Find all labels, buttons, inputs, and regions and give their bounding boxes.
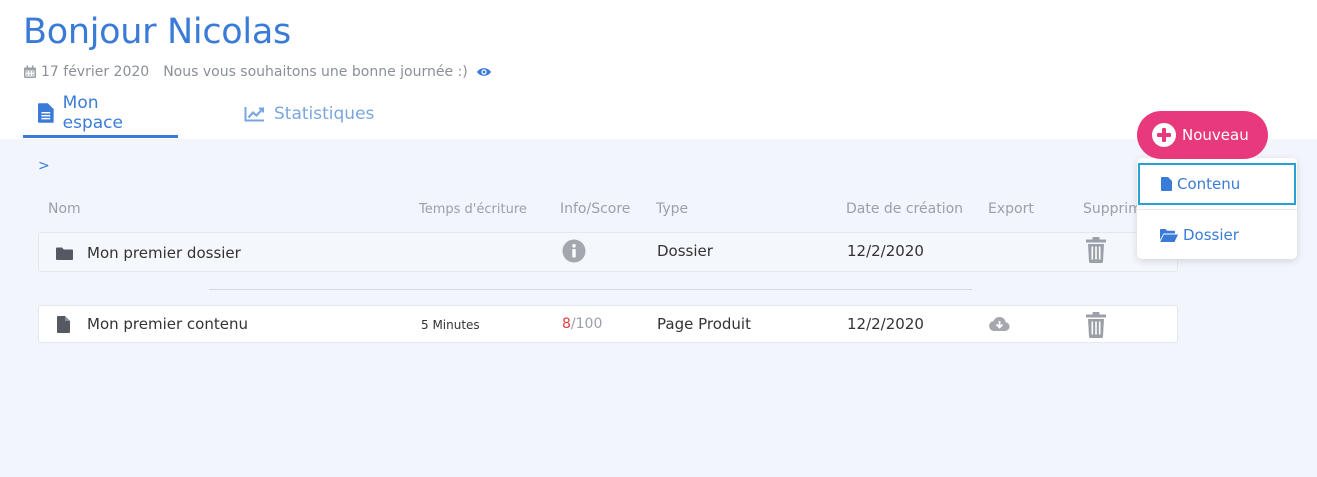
row-name[interactable]: Mon premier contenu [87,315,248,333]
row-type: Page Produit [657,315,751,333]
tab-label: Mon espace [62,92,123,133]
tab-mon-espace[interactable]: Mon espace [23,92,178,138]
file-icon [1161,177,1172,191]
row-writing-time: 5 Minutes [421,318,480,332]
table-row[interactable]: Mon premier dossier Dossier 12/2/2020 [38,232,1178,272]
document-icon [38,102,54,123]
trash-icon[interactable] [1086,312,1106,338]
file-icon [57,316,70,333]
new-button-label: Nouveau [1182,126,1249,144]
folder-icon [56,247,73,260]
calendar-icon [24,65,36,78]
score-value: 8 [562,316,571,332]
info-icon[interactable] [562,239,586,263]
plus-circle-icon [1152,123,1176,147]
folder-open-icon [1160,228,1178,242]
page-title: Bonjour Nicolas [23,12,291,52]
cloud-download-icon[interactable] [989,316,1010,331]
column-header-score[interactable]: Info/Score [560,201,630,217]
menu-item-label: Dossier [1183,226,1239,244]
breadcrumb[interactable]: > [38,158,50,174]
row-name[interactable]: Mon premier dossier [87,244,241,262]
menu-item-contenu[interactable]: Contenu [1138,163,1296,205]
column-header-date[interactable]: Date de création [846,201,963,217]
current-date: 17 février 2020 [41,64,150,80]
welcome-message: Nous vous souhaitons une bonne journée :… [163,64,468,80]
new-button[interactable]: Nouveau [1137,111,1268,159]
row-type: Dossier [657,242,713,260]
tab-label: Statistiques [274,104,375,124]
section-divider [209,289,972,290]
row-date: 12/2/2020 [847,242,924,260]
tab-statistiques[interactable]: Statistiques [228,96,390,138]
column-header-type[interactable]: Type [656,201,688,217]
row-score: 8/100 [562,316,602,332]
menu-item-label: Contenu [1177,175,1241,193]
new-item-menu: Contenu Dossier [1137,158,1297,259]
chart-icon [244,107,264,122]
menu-item-dossier[interactable]: Dossier [1137,215,1297,255]
tab-bar: Mon espace Statistiques [23,92,390,138]
menu-separator [1137,209,1297,210]
column-header-supprimer: Supprim [1083,201,1142,217]
column-header-nom[interactable]: Nom [48,201,81,217]
table-row[interactable]: Mon premier contenu 5 Minutes 8/100 Page… [38,305,1178,343]
date-line: 17 février 2020 Nous vous souhaitons une… [23,64,492,80]
row-date: 12/2/2020 [847,315,924,333]
trash-icon[interactable] [1086,237,1106,263]
column-header-temps[interactable]: Temps d'écriture [419,202,527,217]
column-header-export: Export [988,201,1034,217]
score-max: /100 [570,316,603,332]
eye-icon[interactable] [476,66,492,78]
